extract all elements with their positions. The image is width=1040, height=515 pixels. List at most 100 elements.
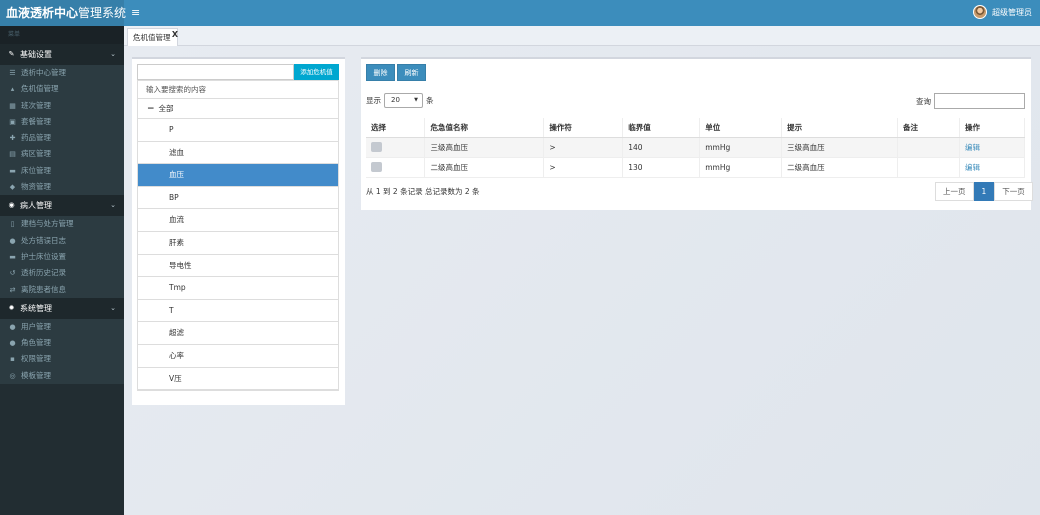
sidebar-item-discharged-patients[interactable]: ⇄ 离院患者信息 (0, 281, 124, 298)
template-icon: ◎ (9, 371, 16, 380)
tree-node[interactable]: BP (138, 187, 338, 210)
lock-icon: ▪ (10, 355, 15, 364)
tree-node-selected[interactable]: 血压 (138, 164, 338, 187)
user-icon: ● (9, 322, 16, 331)
table-search: 查询 (916, 93, 1025, 109)
sidebar-item-users[interactable]: ● 用户管理 (0, 318, 124, 336)
column-header[interactable]: 单位 (699, 118, 783, 138)
page-button-current[interactable]: 1 (973, 182, 995, 201)
cell-name: 三级高血压 (424, 137, 545, 158)
table-row[interactable]: 二级高血压 > 130 mmHg 二级高血压 编辑 (366, 157, 1026, 178)
sidebar-item-dialysis-history[interactable]: ↺ 透析历史记录 (0, 265, 124, 282)
sidebar-item-beds[interactable]: ▬ 床位管理 (0, 162, 124, 180)
cell-unit: mmHg (699, 137, 783, 158)
sidebar-group-patients[interactable]: ◉ 病人管理 ⌄ (0, 195, 124, 217)
row-checkbox[interactable] (371, 142, 382, 152)
user-menu[interactable]: 超级管理员 (973, 5, 1032, 19)
sidebar-item-error-log[interactable]: ● 处方错误日志 (0, 232, 124, 249)
cell-operator: > (543, 157, 624, 178)
tree-node[interactable]: 心率 (138, 345, 338, 368)
user-name: 超级管理员 (992, 7, 1032, 17)
calendar-icon: ▦ (9, 101, 16, 110)
close-icon[interactable]: X (172, 26, 178, 44)
tree-node[interactable]: P (138, 119, 338, 142)
row-checkbox[interactable] (371, 162, 382, 172)
sidebar-item-permissions[interactable]: ▪ 权限管理 (0, 351, 124, 368)
sidebar-item-label: 病区管理 (21, 149, 51, 159)
tree-search-input[interactable]: 输入要搜索的内容 (138, 81, 338, 99)
dropdown-arrow-icon: ▼ (414, 97, 418, 103)
cell-hint: 二级高血压 (781, 157, 899, 178)
medicine-icon: ✚ (9, 134, 16, 143)
app-logo[interactable]: 血液透析中心管理系统 (0, 0, 126, 26)
next-page-button[interactable]: 下一页 (994, 182, 1033, 201)
tab-critical-values[interactable]: 危机值管理 X (127, 28, 178, 47)
sidebar-item-label: 物资管理 (21, 182, 51, 192)
tree-node[interactable]: 超滤 (138, 322, 338, 345)
sidebar-item-critical-values[interactable]: ▴ 危机值管理 (0, 81, 124, 98)
sidebar-item-label: 套餐管理 (21, 116, 51, 126)
info-icon: ● (9, 236, 16, 245)
tab-label: 危机值管理 (133, 33, 171, 42)
category-name-input[interactable] (137, 64, 294, 80)
tree-node[interactable]: 滤血 (138, 142, 338, 165)
unit-label: 条 (426, 96, 434, 105)
bed-icon: ▬ (9, 252, 16, 261)
cell-operator: > (543, 137, 624, 158)
table-row[interactable]: 三级高血压 > 140 mmHg 三级高血压 编辑 (366, 137, 1026, 158)
tree-node[interactable]: T (138, 300, 338, 323)
add-critical-value-row: 添加危机值 (137, 64, 339, 80)
column-header[interactable]: 备注 (897, 118, 960, 138)
critical-values-table: 选择 危急值名称 操作符 临界值 单位 提示 备注 操作 三级高血压 > 140… (366, 118, 1026, 178)
sidebar-item-wards[interactable]: ▤ 病区管理 (0, 146, 124, 163)
sidebar-item-label: 建档与处方管理 (21, 219, 74, 229)
sidebar-group-system[interactable]: ✹ 系统管理 ⌄ (0, 297, 124, 319)
sidebar-item-records-prescriptions[interactable]: ▯ 建档与处方管理 (0, 216, 124, 233)
page-size-select[interactable]: 20 ▼ (384, 93, 423, 108)
sidebar-item-label: 离院患者信息 (21, 284, 66, 294)
sidebar-item-templates[interactable]: ◎ 模板管理 (0, 367, 124, 385)
prev-page-button[interactable]: 上一页 (935, 182, 974, 201)
cell-value: 140 (622, 137, 701, 158)
tree-root-node[interactable]: − 全部 (138, 99, 338, 119)
column-header[interactable]: 危急值名称 (424, 118, 545, 138)
sidebar-item-supplies[interactable]: ◆ 物资管理 (0, 179, 124, 196)
sidebar-item-label: 危机值管理 (21, 84, 59, 94)
show-label: 显示 (366, 96, 381, 105)
tree-node[interactable]: 血流 (138, 209, 338, 232)
tree-node[interactable]: 导电性 (138, 255, 338, 278)
sidebar-item-packages[interactable]: ▣ 套餐管理 (0, 113, 124, 131)
sidebar-item-label: 模板管理 (21, 370, 51, 380)
delete-button[interactable]: 删除 (366, 64, 395, 81)
search-input[interactable] (934, 93, 1025, 109)
sidebar-item-dialysis-center[interactable]: ☰ 透析中心管理 (0, 65, 124, 82)
edit-link[interactable]: 编辑 (965, 143, 980, 152)
sidebar-item-roles[interactable]: ● 角色管理 (0, 335, 124, 352)
column-header[interactable]: 操作符 (543, 118, 624, 138)
tree-node[interactable]: 肝素 (138, 232, 338, 255)
sidebar-item-label: 班次管理 (21, 100, 51, 110)
sidebar-item-label: 透析历史记录 (21, 268, 66, 278)
refresh-button[interactable]: 刷新 (397, 64, 426, 81)
cell-note (897, 137, 960, 158)
sidebar-item-label: 床位管理 (21, 165, 51, 175)
sidebar-item-shifts[interactable]: ▦ 班次管理 (0, 97, 124, 114)
sidebar-item-label: 透析中心管理 (21, 68, 66, 77)
tree-node[interactable]: V压 (138, 368, 338, 391)
edit-link[interactable]: 编辑 (965, 163, 980, 172)
sidebar-item-nurse-beds[interactable]: ▬ 护士床位设置 (0, 248, 124, 266)
tree-node[interactable]: Tmp (138, 277, 338, 300)
history-icon: ↺ (9, 269, 16, 278)
sidebar-item-label: 护士床位设置 (21, 251, 66, 261)
collapse-icon[interactable]: − (147, 99, 155, 119)
sidebar-item-medicine[interactable]: ✚ 药品管理 (0, 130, 124, 147)
tree-root-label: 全部 (158, 103, 174, 113)
menu-toggle-icon[interactable]: ≡ (131, 6, 140, 19)
edit-icon: ✎ (8, 50, 15, 58)
cell-unit: mmHg (699, 157, 783, 178)
alert-icon: ▴ (10, 85, 15, 94)
column-header[interactable]: 提示 (781, 118, 899, 138)
column-header[interactable]: 临界值 (622, 118, 701, 138)
sidebar-group-basic-settings[interactable]: ✎ 基础设置 ⌄ (0, 44, 124, 65)
add-critical-value-button[interactable]: 添加危机值 (294, 64, 339, 80)
